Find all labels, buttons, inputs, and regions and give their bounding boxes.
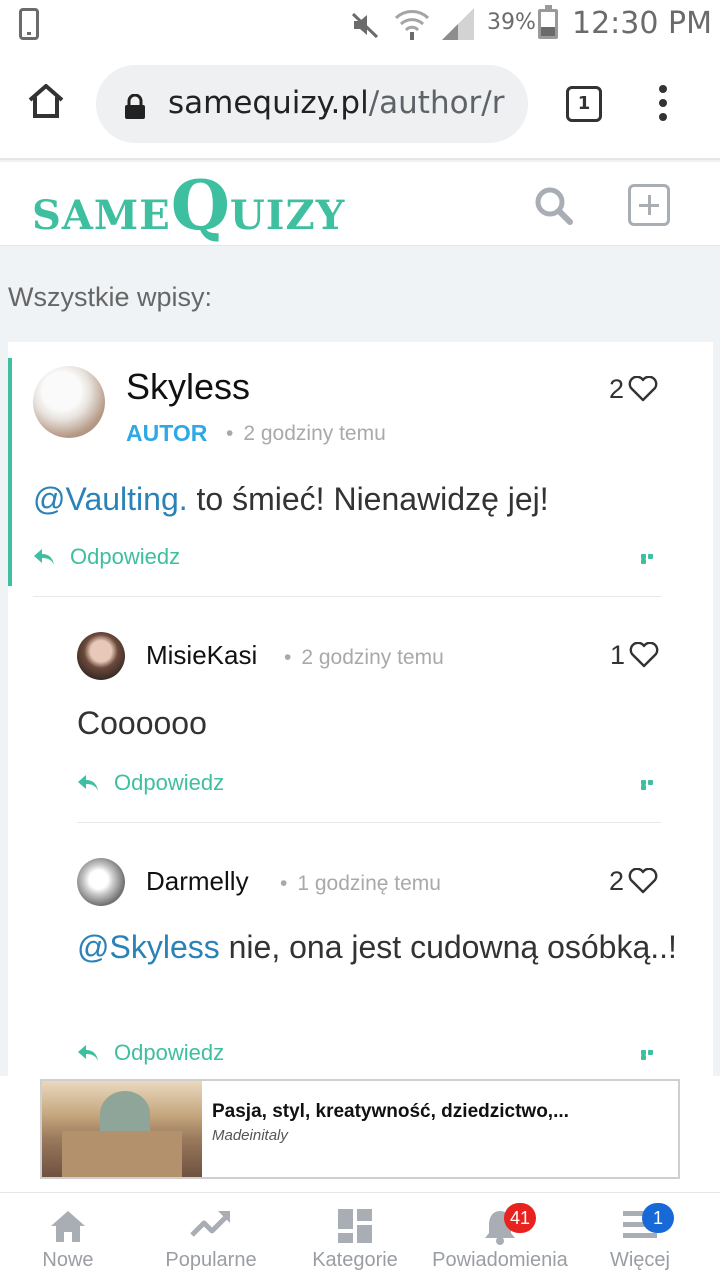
reply-button[interactable]: Odpowiedz bbox=[32, 544, 180, 570]
lock-icon bbox=[125, 94, 145, 119]
wifi-icon bbox=[394, 10, 430, 40]
browser-toolbar: samequizy.pl/author/r 1 bbox=[0, 50, 720, 160]
comment-text: Coooooo bbox=[77, 705, 207, 741]
home-icon bbox=[51, 1211, 85, 1242]
reply-icon bbox=[78, 1045, 98, 1061]
home-icon[interactable] bbox=[26, 82, 66, 120]
address-bar[interactable]: samequizy.pl/author/r bbox=[96, 65, 528, 143]
nav-item-wiecej[interactable]: 1 Więcej bbox=[598, 1193, 682, 1280]
author-accent-bar bbox=[8, 358, 12, 586]
trending-icon bbox=[190, 1211, 230, 1237]
comment-username[interactable]: MisieKasi bbox=[146, 640, 257, 671]
comment-username[interactable]: Darmelly bbox=[146, 866, 249, 897]
heart-icon bbox=[629, 641, 659, 668]
avatar[interactable] bbox=[33, 366, 105, 438]
avatar[interactable] bbox=[77, 632, 125, 680]
status-bar: 39% 12:30 PM bbox=[0, 0, 720, 50]
grid-icon bbox=[338, 1209, 372, 1243]
reply-icon bbox=[78, 775, 98, 791]
clock: 12:30 PM bbox=[572, 6, 712, 41]
bottom-navigation: Nowe Popularne Kategorie 41 Powiadomieni… bbox=[0, 1192, 720, 1280]
phone-icon bbox=[19, 8, 39, 40]
signal-icon bbox=[442, 8, 474, 40]
battery-icon bbox=[538, 5, 558, 39]
overflow-menu-icon[interactable] bbox=[657, 85, 669, 125]
avatar[interactable] bbox=[77, 858, 125, 906]
site-header: SAMEQUIZY bbox=[0, 162, 720, 246]
mention-link[interactable]: @Vaulting. bbox=[33, 481, 188, 517]
author-badge: AUTOR bbox=[126, 420, 208, 446]
reply-icon bbox=[34, 549, 54, 565]
nav-item-popularne[interactable]: Popularne bbox=[150, 1193, 272, 1280]
reply-button[interactable]: Odpowiedz bbox=[76, 770, 224, 796]
nav-item-powiadomienia[interactable]: 41 Powiadomienia bbox=[420, 1193, 580, 1280]
add-quiz-icon[interactable] bbox=[628, 184, 670, 226]
ad-image[interactable] bbox=[42, 1081, 202, 1177]
comment-time: • 2 godziny temu bbox=[226, 422, 386, 445]
comment-time: • 2 godziny temu bbox=[284, 646, 444, 669]
search-icon[interactable] bbox=[532, 184, 576, 228]
tab-switcher-button[interactable]: 1 bbox=[566, 86, 602, 122]
nav-item-nowe[interactable]: Nowe bbox=[18, 1193, 118, 1280]
divider bbox=[33, 596, 661, 597]
nav-item-kategorie[interactable]: Kategorie bbox=[300, 1193, 410, 1280]
more-options-icon[interactable] bbox=[641, 554, 661, 564]
url-text: samequizy.pl/author/r bbox=[168, 85, 505, 121]
more-count-badge: 1 bbox=[642, 1203, 674, 1233]
like-button[interactable]: 2 bbox=[609, 374, 658, 405]
like-button[interactable]: 1 bbox=[610, 640, 659, 671]
comment-text: @Skyless nie, ona jest cudowną osóbką..! bbox=[77, 929, 677, 965]
ad-source: Madeinitaly bbox=[212, 1127, 288, 1144]
comments-list: Skyless AUTOR • 2 godziny temu 2 @Vaultin… bbox=[8, 342, 713, 1080]
heart-icon bbox=[628, 375, 658, 402]
samequizy-logo[interactable]: SAMEQUIZY bbox=[32, 166, 345, 246]
notification-count-badge: 41 bbox=[504, 1203, 537, 1233]
more-options-icon[interactable] bbox=[641, 1050, 661, 1060]
ad-banner[interactable]: Pasja, styl, kreatywność, dziedzictwo,..… bbox=[40, 1079, 680, 1179]
comment-username[interactable]: Skyless bbox=[126, 366, 250, 408]
battery-percent: 39% bbox=[487, 10, 536, 35]
comment-time: • 1 godzinę temu bbox=[280, 872, 441, 895]
section-title: Wszystkie wpisy: bbox=[8, 282, 213, 312]
like-button[interactable]: 2 bbox=[609, 866, 658, 897]
comment-text: @Vaulting. to śmieć! Nienawidzę jej! bbox=[33, 481, 549, 517]
more-options-icon[interactable] bbox=[641, 780, 661, 790]
ad-banner-area: Pasja, styl, kreatywność, dziedzictwo,..… bbox=[0, 1076, 720, 1192]
mention-link[interactable]: @Skyless bbox=[77, 929, 220, 965]
mute-icon bbox=[351, 12, 379, 39]
divider bbox=[77, 822, 661, 823]
ad-title[interactable]: Pasja, styl, kreatywność, dziedzictwo,..… bbox=[212, 1101, 569, 1123]
heart-icon bbox=[628, 867, 658, 894]
reply-button[interactable]: Odpowiedz bbox=[76, 1040, 224, 1066]
